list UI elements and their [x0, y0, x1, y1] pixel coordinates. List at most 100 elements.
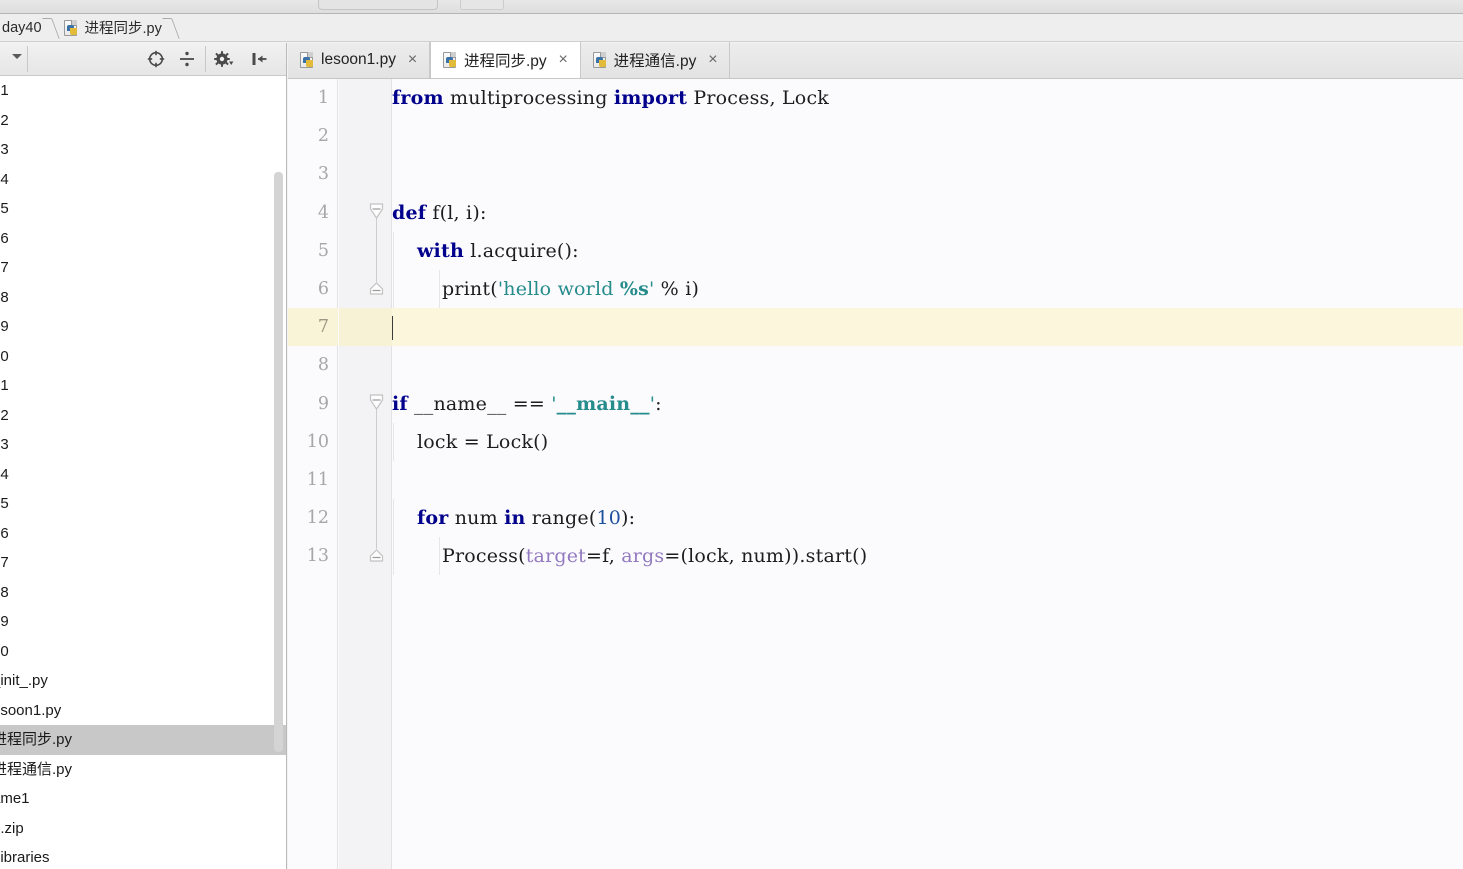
- code-line[interactable]: Process(target=f, args=(lock, num)).star…: [392, 537, 1463, 576]
- hide-panel-icon[interactable]: [248, 48, 270, 70]
- fold-region-end-icon[interactable]: [369, 549, 384, 562]
- tree-item-label: _init_.py: [0, 672, 48, 689]
- tree-item[interactable]: ame1: [0, 784, 286, 814]
- fold-gutter-row[interactable]: [339, 155, 391, 193]
- chevron-down-icon[interactable]: [12, 54, 22, 59]
- code-line[interactable]: [392, 117, 1463, 155]
- tree-item[interactable]: 34: [0, 460, 286, 490]
- tree-item-label: 进程同步.py: [0, 731, 73, 748]
- collapse-all-icon[interactable]: [176, 48, 198, 70]
- tree-item[interactable]: 39: [0, 607, 286, 637]
- tree-item[interactable]: 25: [0, 194, 286, 224]
- tree-item[interactable]: 31: [0, 371, 286, 401]
- tree-item-label: 33: [0, 436, 9, 453]
- code-line[interactable]: print('hello world %s' % i): [392, 269, 1463, 309]
- tree-item[interactable]: Libraries: [0, 843, 286, 869]
- tree-item-label: esoon1.py: [0, 701, 62, 719]
- tree-item[interactable]: 进程通信.py: [0, 755, 286, 785]
- tree-item[interactable]: 29: [0, 312, 286, 342]
- tree-item[interactable]: 27: [0, 253, 286, 283]
- tree-item[interactable]: 36: [0, 519, 286, 549]
- tree-item[interactable]: 40: [0, 637, 286, 667]
- tree-item-label: ame1: [0, 790, 30, 807]
- tree-item-label: 38: [0, 583, 9, 601]
- locate-file-icon[interactable]: [145, 48, 167, 70]
- close-icon[interactable]: ×: [557, 52, 570, 68]
- line-number: 9: [317, 393, 329, 414]
- tree-item-label: 40: [0, 642, 9, 660]
- fold-gutter-row[interactable]: [339, 346, 391, 384]
- toolbar-run-config-widget[interactable]: [318, 0, 438, 10]
- tree-item[interactable]: 38: [0, 578, 286, 608]
- tree-item[interactable]: 33: [0, 430, 286, 460]
- fold-gutter-row[interactable]: [339, 79, 391, 117]
- tree-item[interactable]: 24: [0, 165, 286, 195]
- tree-item[interactable]: 9.zip: [0, 814, 286, 844]
- tree-item[interactable]: 23: [0, 135, 286, 165]
- tree-item[interactable]: 30: [0, 342, 286, 372]
- editor-area: lesoon1.py × 进程同步.py × 进程通信.py × 1 2 3 4 5 6 7 8 9 10 1…: [288, 42, 1463, 869]
- close-icon[interactable]: ×: [706, 52, 719, 68]
- code-editor[interactable]: 1 2 3 4 5 6 7 8 9 10 11 12 13 from multiprocessing i…: [288, 79, 1463, 869]
- tree-item[interactable]: 32: [0, 401, 286, 431]
- code-text-area[interactable]: from multiprocessing import Process, Loc…: [392, 79, 1463, 869]
- fold-gutter-row[interactable]: [339, 308, 392, 347]
- project-toolbar: [0, 43, 286, 76]
- code-line[interactable]: with l.acquire():: [392, 231, 1463, 270]
- tree-item[interactable]: esoon1.py: [0, 696, 286, 726]
- tree-item-label: 37: [0, 554, 9, 571]
- toolbar-divider: [27, 46, 28, 72]
- sidebar-scrollbar-track[interactable]: [274, 76, 285, 869]
- line-number: 5: [317, 240, 329, 261]
- code-line[interactable]: def f(l, i):: [392, 194, 1463, 232]
- code-line-text: with l.acquire():: [417, 239, 579, 262]
- line-number: 1: [317, 88, 329, 108]
- code-line[interactable]: [392, 461, 1463, 499]
- fold-collapse-icon[interactable]: [369, 393, 384, 413]
- tree-item-label: Libraries: [0, 849, 50, 866]
- fold-gutter-row[interactable]: [339, 461, 391, 499]
- breadcrumb-item-file[interactable]: 进程同步.py: [62, 14, 182, 42]
- code-line[interactable]: if __name__ == '__main__':: [392, 385, 1463, 423]
- tree-item[interactable]: 35: [0, 489, 286, 519]
- fold-region-end-icon[interactable]: [369, 282, 384, 295]
- tree-item-label: 进程通信.py: [0, 760, 73, 778]
- editor-tab[interactable]: lesoon1.py ×: [288, 42, 430, 78]
- tree-item[interactable]: 28: [0, 283, 286, 313]
- line-number-gutter[interactable]: 1 2 3 4 5 6 7 8 9 10 11 12 13: [288, 79, 338, 869]
- tree-item-label: 23: [0, 141, 9, 158]
- close-icon[interactable]: ×: [406, 52, 419, 68]
- code-line[interactable]: [392, 346, 1463, 384]
- fold-collapse-icon[interactable]: [369, 202, 384, 222]
- sidebar-scrollbar-thumb[interactable]: [274, 172, 283, 752]
- tree-item[interactable]: 22: [0, 106, 286, 136]
- code-line[interactable]: lock = Lock(): [392, 422, 1463, 461]
- toolbar-divider: [205, 46, 206, 72]
- fold-gutter-row[interactable]: [339, 423, 391, 461]
- settings-gear-icon[interactable]: [212, 48, 234, 70]
- code-line[interactable]: [392, 308, 1463, 347]
- line-number-row: 2: [288, 117, 337, 155]
- toolbar-button-group[interactable]: [460, 0, 504, 10]
- tree-item[interactable]: _init_.py: [0, 666, 286, 696]
- tree-item-label: 32: [0, 406, 9, 424]
- breadcrumb: day40 进程同步.py: [0, 14, 1463, 42]
- code-line-text: for num in range(10):: [417, 507, 636, 530]
- project-file-tree[interactable]: 21 22 23 24 25 26 27 28 29 30 31 32 33 34 35 36 37 38 39 40…: [0, 76, 286, 869]
- fold-gutter-row[interactable]: [339, 117, 391, 155]
- code-folding-gutter[interactable]: [339, 79, 392, 869]
- breadcrumb-item-label: day40: [2, 19, 42, 36]
- breadcrumb-item-label: 进程同步.py: [84, 21, 162, 37]
- code-line[interactable]: [392, 155, 1463, 193]
- fold-gutter-row[interactable]: [339, 232, 391, 270]
- tree-item[interactable]: 26: [0, 224, 286, 254]
- editor-tab[interactable]: 进程通信.py ×: [581, 42, 731, 78]
- editor-tab[interactable]: 进程同步.py ×: [429, 42, 581, 78]
- tree-item[interactable]: 37: [0, 548, 286, 578]
- breadcrumb-item-day40[interactable]: day40: [0, 14, 62, 42]
- code-line[interactable]: for num in range(10):: [392, 499, 1463, 538]
- code-line[interactable]: from multiprocessing import Process, Loc…: [392, 79, 1463, 117]
- fold-gutter-row[interactable]: [339, 499, 391, 537]
- tree-item[interactable]: 21: [0, 76, 286, 106]
- tree-item[interactable]: 进程同步.py: [0, 725, 286, 755]
